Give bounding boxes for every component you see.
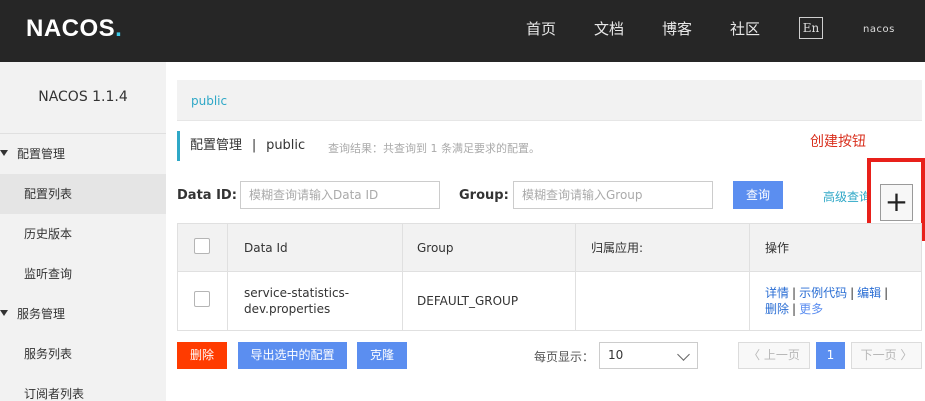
- column-header-app[interactable]: 归属应用:: [591, 224, 643, 272]
- nav-docs[interactable]: 文档: [594, 18, 624, 39]
- per-page-select[interactable]: 10: [599, 342, 698, 369]
- version-label: NACOS 1.1.4: [0, 62, 166, 134]
- op-edit-link[interactable]: 编辑: [857, 286, 881, 300]
- column-header-actions: 操作: [765, 241, 790, 255]
- export-selected-button[interactable]: 导出选中的配置: [238, 342, 347, 369]
- sidebar-item-service-list[interactable]: 服务列表: [0, 334, 166, 374]
- nav-blog[interactable]: 博客: [662, 18, 692, 39]
- select-all-checkbox[interactable]: [194, 238, 210, 254]
- nav-home[interactable]: 首页: [526, 18, 556, 39]
- caret-down-icon: [0, 310, 8, 316]
- sidebar-item-config-list[interactable]: 配置列表: [0, 174, 166, 214]
- nav-community[interactable]: 社区: [730, 18, 760, 39]
- column-divider: [402, 224, 403, 330]
- query-result-text: 查询结果：共查询到 1 条满足要求的配置。: [328, 142, 540, 155]
- config-table: Data Id Group 归属应用: 操作 service-statistic…: [177, 223, 922, 331]
- sidebar-group-service-management[interactable]: 服务管理: [0, 294, 166, 334]
- sidebar-item-subscriber-list[interactable]: 订阅者列表: [0, 374, 166, 401]
- namespace-link-public[interactable]: public: [191, 94, 227, 108]
- sidebar: NACOS 1.1.4 配置管理 配置列表 历史版本 监听查询 服务管理 服务列…: [0, 62, 166, 401]
- namespace-bar: public: [177, 80, 922, 121]
- advanced-query-link[interactable]: 高级查询: [823, 188, 871, 205]
- prev-page-button[interactable]: 〈 上一页: [738, 342, 810, 369]
- column-divider: [227, 224, 228, 330]
- column-header-data-id[interactable]: Data Id: [244, 224, 288, 272]
- sidebar-group-config-management[interactable]: 配置管理: [0, 134, 166, 174]
- op-more-link[interactable]: 更多: [799, 302, 823, 316]
- sidebar-item-history[interactable]: 历史版本: [0, 214, 166, 254]
- page-title: 配置管理 | public: [177, 131, 305, 161]
- language-switch-button[interactable]: En: [799, 17, 823, 39]
- query-button[interactable]: 查询: [733, 181, 783, 209]
- row-checkbox[interactable]: [194, 291, 210, 307]
- op-delete-link[interactable]: 删除: [765, 302, 789, 316]
- next-page-button[interactable]: 下一页 〉: [851, 342, 922, 369]
- delete-selected-button[interactable]: 删除: [177, 342, 227, 369]
- data-id-label: Data ID:: [177, 188, 237, 203]
- column-divider: [749, 224, 750, 330]
- sidebar-item-listener-query[interactable]: 监听查询: [0, 254, 166, 294]
- group-label: Group:: [459, 188, 509, 203]
- column-header-group[interactable]: Group: [417, 224, 454, 272]
- row-data-id: service-statistics- dev.properties: [244, 286, 350, 316]
- user-name[interactable]: nacos: [863, 24, 895, 35]
- op-sample-code-link[interactable]: 示例代码: [799, 286, 847, 300]
- group-input[interactable]: [513, 181, 713, 209]
- clone-button[interactable]: 克隆: [357, 342, 407, 369]
- create-button-annotation: 创建按钮: [810, 134, 866, 150]
- caret-down-icon: [0, 150, 8, 156]
- top-header: NACOS. 首页 文档 博客 社区 En nacos: [0, 0, 925, 62]
- row-actions: 详情 | 示例代码 | 编辑 | 删除 | 更多: [765, 286, 889, 316]
- column-divider: [575, 224, 576, 330]
- create-config-button[interactable]: +: [880, 184, 913, 221]
- per-page-label: 每页显示：: [534, 350, 595, 364]
- row-group: DEFAULT_GROUP: [417, 294, 519, 308]
- nacos-logo[interactable]: NACOS.: [26, 15, 122, 43]
- page-number-1[interactable]: 1: [816, 342, 845, 369]
- table-header: [178, 224, 921, 272]
- chevron-down-icon: [677, 348, 690, 361]
- op-detail-link[interactable]: 详情: [765, 286, 789, 300]
- data-id-input[interactable]: [240, 181, 440, 209]
